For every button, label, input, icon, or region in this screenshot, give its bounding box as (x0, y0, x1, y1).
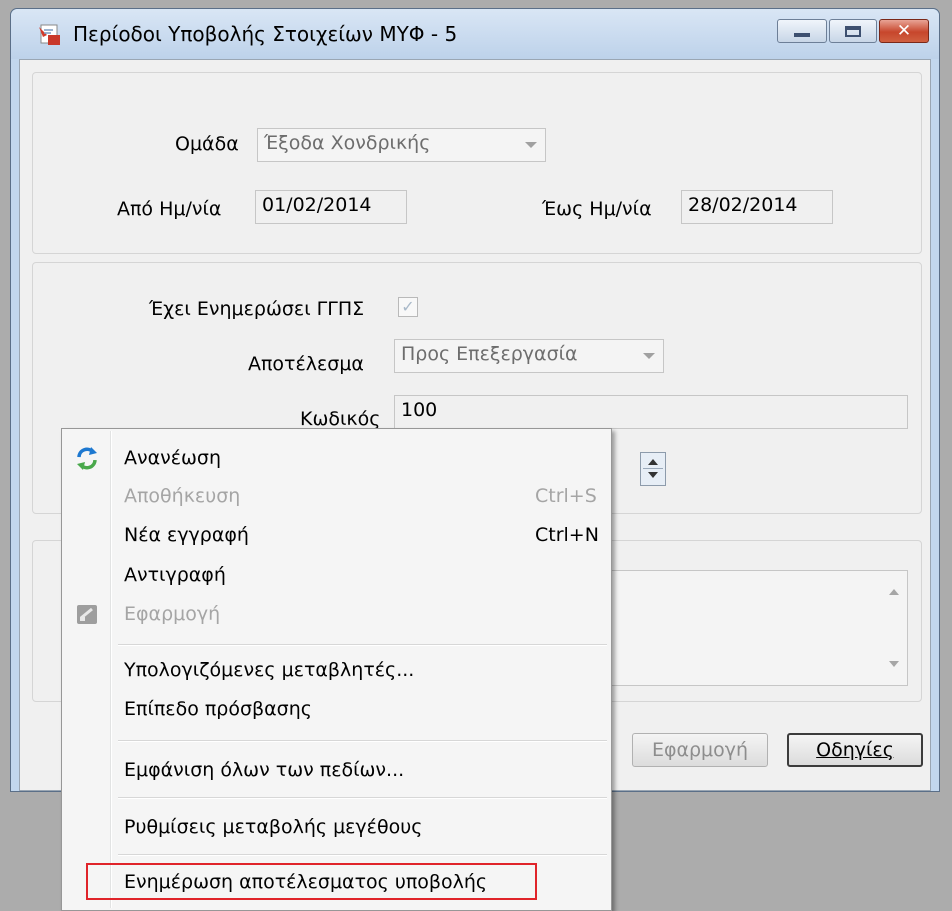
result-combo-value: Προς Επεξεργασία (401, 343, 578, 365)
minimize-icon (794, 33, 810, 37)
number-spinner[interactable] (640, 452, 666, 486)
menu-item-show-all-fields[interactable]: Εμφάνιση όλων των πεδίων... (62, 755, 611, 785)
maximize-icon (845, 25, 861, 37)
apply-button[interactable]: Εφαρμογή (632, 733, 768, 767)
menu-item-resize-settings[interactable]: Ρυθμίσεις μεταβολής μεγέθους (62, 812, 611, 842)
code-value: 100 (401, 399, 438, 421)
to-date-label: Έως Ημ/νία (542, 198, 652, 220)
to-date-field[interactable]: 28/02/2014 (681, 190, 833, 224)
close-button[interactable]: ✕ (879, 19, 929, 43)
updated-checkbox[interactable]: ✓ (398, 297, 418, 317)
menu-item-computed-variables[interactable]: Υπολογιζόμενες μεταβλητές... (62, 655, 611, 685)
scroll-up-icon (889, 589, 899, 595)
help-button-label: Οδηγίες (816, 739, 894, 761)
context-menu: Ανανέωση Αποθήκευση Ctrl+S Νέα εγγραφή C… (61, 428, 612, 911)
spin-down-icon (648, 472, 658, 478)
chevron-down-icon (643, 353, 655, 359)
notes-memo[interactable] (610, 570, 908, 686)
window-title: Περίοδοι Υποβολής Στοιχείων ΜΥΦ - 5 (73, 22, 458, 46)
app-icon (39, 24, 60, 45)
menu-item-refresh[interactable]: Ανανέωση (62, 443, 611, 473)
apply-icon (77, 605, 97, 624)
apply-button-label: Εφαρμογή (651, 739, 749, 761)
group-combo-value: Έξοδα Χονδρικής (264, 132, 431, 154)
checkmark-icon: ✓ (401, 297, 415, 316)
menu-item-label: Νέα εγγραφή (124, 524, 249, 546)
scroll-down-icon (889, 661, 899, 667)
title-bar[interactable]: Περίοδοι Υποβολής Στοιχείων ΜΥΦ - 5 ✕ (11, 9, 939, 59)
group-label: Ομάδα (175, 133, 239, 155)
from-date-field[interactable]: 01/02/2014 (255, 190, 407, 224)
result-combo[interactable]: Προς Επεξεργασία (394, 339, 664, 373)
spin-up-icon (648, 459, 658, 465)
menu-item-new-record[interactable]: Νέα εγγραφή Ctrl+N (62, 520, 611, 550)
refresh-icon (77, 447, 97, 470)
menu-separator (118, 854, 607, 856)
period-panel (32, 72, 922, 254)
caption-buttons: ✕ (775, 19, 929, 43)
menu-item-label: Αντιγραφή (124, 564, 226, 586)
chevron-down-icon (525, 142, 537, 148)
highlight-annotation (86, 863, 537, 900)
minimize-button[interactable] (777, 19, 827, 43)
menu-item-access-level[interactable]: Επίπεδο πρόσβασης (62, 694, 611, 724)
menu-item-save[interactable]: Αποθήκευση Ctrl+S (62, 481, 611, 511)
code-label: Κωδικός (300, 408, 381, 430)
menu-item-label: Εφαρμογή (124, 603, 221, 625)
menu-item-apply[interactable]: Εφαρμογή (62, 599, 611, 629)
help-button[interactable]: Οδηγίες (787, 733, 923, 767)
from-date-value: 01/02/2014 (262, 194, 372, 216)
menu-item-label: Ρυθμίσεις μεταβολής μεγέθους (124, 816, 423, 838)
code-field[interactable]: 100 (394, 395, 908, 429)
menu-item-shortcut: Ctrl+N (535, 524, 599, 546)
menu-item-label: Υπολογιζόμενες μεταβλητές... (124, 659, 415, 681)
updated-label: Έχει Ενημερώσει ΓΓΠΣ (149, 298, 365, 320)
to-date-value: 28/02/2014 (688, 194, 798, 216)
memo-scrollbar[interactable] (881, 571, 907, 685)
menu-item-shortcut: Ctrl+S (535, 485, 597, 507)
menu-item-label: Αποθήκευση (124, 485, 241, 507)
menu-item-label: Επίπεδο πρόσβασης (124, 698, 312, 720)
menu-separator (118, 740, 607, 742)
from-date-label: Από Ημ/νία (117, 198, 222, 220)
result-label: Αποτέλεσμα (248, 353, 364, 375)
maximize-button[interactable] (829, 19, 877, 43)
menu-separator (118, 797, 607, 799)
close-icon: ✕ (896, 21, 912, 41)
menu-item-label: Εμφάνιση όλων των πεδίων... (124, 759, 405, 781)
menu-item-label: Ανανέωση (124, 447, 222, 469)
menu-separator (118, 644, 607, 646)
group-combo[interactable]: Έξοδα Χονδρικής (257, 128, 546, 162)
menu-item-copy[interactable]: Αντιγραφή (62, 560, 611, 590)
